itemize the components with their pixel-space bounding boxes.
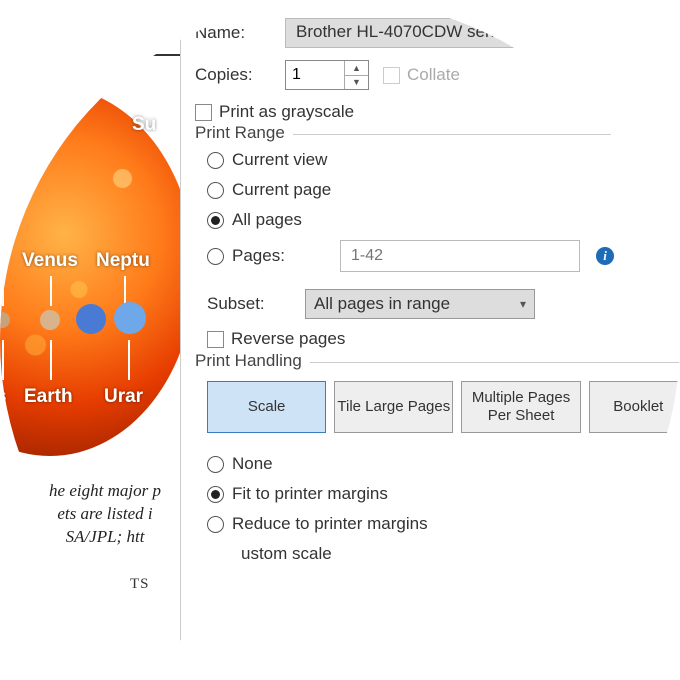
pages-label: Pages:: [232, 246, 332, 266]
copies-spinner[interactable]: ▲ ▼: [285, 60, 369, 90]
grayscale-checkbox[interactable]: Print as grayscale: [195, 102, 354, 122]
tab-scale[interactable]: Scale: [207, 381, 326, 433]
document-caption: he eight major p ets are listed i SA/JPL…: [30, 480, 180, 549]
checkbox-icon: [383, 67, 400, 84]
planet-connector: [128, 340, 130, 380]
radio-current-page[interactable]: Current page: [195, 175, 680, 205]
radio-icon: [207, 516, 224, 533]
radio-icon: [207, 456, 224, 473]
checkbox-icon: [195, 104, 212, 121]
planet-dot: [40, 310, 60, 330]
earth-label: Earth: [24, 386, 73, 408]
radio-icon: [207, 212, 224, 229]
radio-reduce-margins[interactable]: Reduce to printer margins: [195, 509, 680, 539]
subset-select[interactable]: All pages in range ▾: [305, 289, 535, 319]
chevron-down-icon: ▾: [520, 297, 526, 311]
radio-fit-margins[interactable]: Fit to printer margins: [195, 479, 680, 509]
radio-icon: [207, 248, 224, 265]
copies-label: Copies:: [195, 65, 285, 85]
neptune-label-partial: Neptu: [96, 250, 150, 272]
copies-input[interactable]: [286, 61, 344, 89]
sun-label: Su: [132, 114, 156, 136]
printer-selected-text: Brother HL-4070CDW series: [296, 22, 512, 41]
print-handling-group: Print Handling Scale Tile Large Pages Mu…: [195, 362, 680, 569]
subset-selected-text: All pages in range: [314, 294, 450, 314]
tab-tile-large-pages[interactable]: Tile Large Pages: [334, 381, 453, 433]
tab-booklet[interactable]: Booklet: [589, 381, 680, 433]
scale-options: None Fit to printer margins Reduce to pr…: [195, 433, 680, 569]
handling-tabs: Scale Tile Large Pages Multiple Pages Pe…: [195, 373, 680, 433]
uranus-label-partial: Urar: [104, 386, 143, 408]
document-section-mark: TS: [130, 576, 150, 593]
planet-connector: [2, 340, 4, 380]
planet-dot: [114, 302, 146, 334]
printer-select[interactable]: Brother HL-4070CDW series: [285, 18, 605, 48]
planet-connector: [50, 340, 52, 380]
print-range-title: Print Range: [195, 123, 293, 143]
name-label: Name:: [195, 23, 285, 43]
viewport-circle: Su y Venus Neptu s Earth Urar he eight m…: [0, 0, 680, 680]
reverse-pages-checkbox[interactable]: Reverse pages: [207, 329, 345, 349]
document-preview: Su y Venus Neptu s Earth Urar he eight m…: [0, 0, 175, 680]
collate-label: Collate: [407, 65, 460, 85]
mercury-label-partial: y: [0, 250, 7, 272]
print-range-group: Print Range Current view Current page Al…: [195, 134, 680, 354]
info-icon[interactable]: i: [596, 247, 614, 265]
venus-label: Venus: [22, 250, 78, 272]
planet-dot: [76, 304, 106, 334]
radio-scale-none[interactable]: None: [195, 449, 680, 479]
document-rule: [0, 54, 180, 56]
tab-multiple-pages[interactable]: Multiple Pages Per Sheet: [461, 381, 580, 433]
mars-label-partial: s: [0, 386, 7, 408]
radio-icon: [207, 182, 224, 199]
print-handling-title: Print Handling: [195, 351, 310, 371]
radio-current-view[interactable]: Current view: [195, 145, 680, 175]
radio-icon: [207, 486, 224, 503]
checkbox-icon: [207, 331, 224, 348]
radio-custom-scale-partial[interactable]: ustom scale: [195, 539, 680, 569]
print-dialog: Name: Brother HL-4070CDW series Copies: …: [180, 0, 680, 680]
reverse-pages-label: Reverse pages: [231, 329, 345, 349]
copies-down-button[interactable]: ▼: [345, 76, 368, 90]
radio-all-pages[interactable]: All pages: [195, 205, 680, 235]
pages-range-input[interactable]: [340, 240, 580, 272]
subset-label: Subset:: [207, 294, 297, 314]
radio-icon: [207, 152, 224, 169]
collate-checkbox: Collate: [383, 65, 460, 85]
planet-connector: [50, 276, 52, 306]
grayscale-label: Print as grayscale: [219, 102, 354, 122]
planet-connector: [2, 276, 4, 306]
radio-pages[interactable]: Pages: i: [195, 235, 680, 277]
copies-up-button[interactable]: ▲: [345, 61, 368, 76]
